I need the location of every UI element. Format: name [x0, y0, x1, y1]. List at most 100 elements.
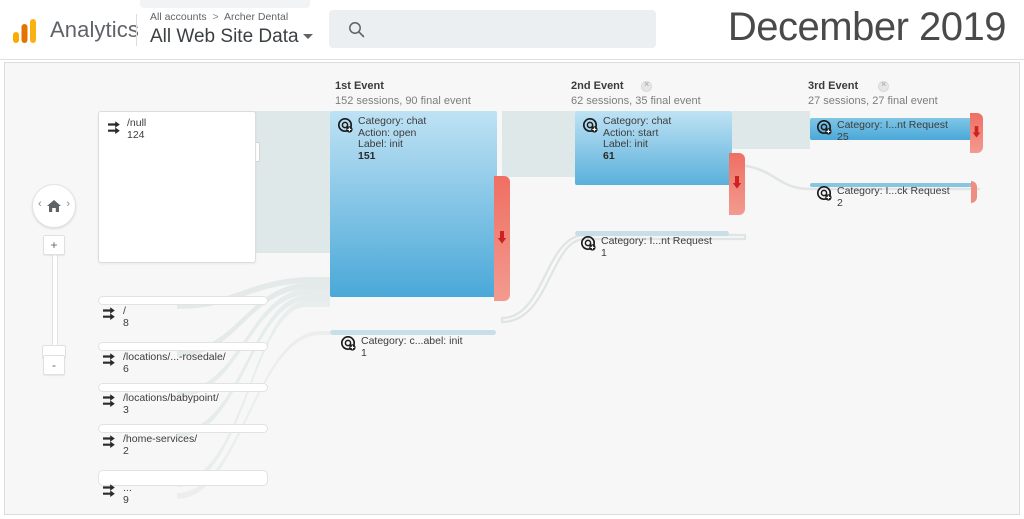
event-target-icon [340, 335, 356, 356]
header-divider [136, 14, 137, 46]
column-title: 2nd Event [571, 80, 624, 92]
event-target-icon [580, 235, 596, 256]
chevron-right-icon[interactable]: › [66, 198, 70, 210]
landing-page-label: /locations/...-rosedale/ [123, 351, 226, 363]
double-arrow-icon [102, 352, 119, 373]
landing-page-value: 9 [123, 493, 129, 506]
landing-page-label: / [123, 305, 126, 317]
close-icon[interactable] [641, 79, 652, 92]
chevron-left-icon[interactable]: ‹ [38, 198, 42, 210]
breadcrumb-account[interactable]: All accounts [150, 11, 207, 23]
dropoff-after-3rd-event[interactable] [970, 113, 983, 153]
event-value: 1 [601, 246, 607, 259]
column-header-3rd-event: 3rd Event 27 sessions, 27 final event [808, 80, 938, 107]
home-icon[interactable] [46, 198, 62, 219]
event-action: Action: start [603, 126, 659, 139]
event-node-text: Category: chat Action: open Label: init … [358, 115, 427, 162]
landing-page-label-group: /locations/babypoint/ 3 [123, 392, 219, 416]
double-arrow-icon [102, 393, 119, 414]
double-arrow-icon [102, 434, 119, 455]
landing-page-label-group: /home-services/ 2 [123, 433, 198, 457]
event-node-text: Category: c...abel: init 1 [361, 335, 463, 359]
header-tab-ghost [140, 0, 310, 8]
event-category: Category: I...ck Request [837, 185, 950, 197]
header-bottom-rule [0, 59, 1024, 60]
app-header: Analytics All accounts > Archer Dental A… [0, 0, 1024, 62]
dropoff-after-3rd-event-minor[interactable] [971, 181, 977, 203]
landing-page-node[interactable]: /null 124 [98, 111, 256, 263]
analytics-events-flow-screen: Analytics All accounts > Archer Dental A… [0, 0, 1024, 519]
column-header-1st-event: 1st Event 152 sessions, 90 final event [335, 80, 471, 107]
landing-page-label-group: /null 124 [127, 117, 147, 141]
landing-page-label-group: /locations/...-rosedale/ 6 [123, 351, 226, 375]
landing-page-value: 8 [123, 316, 129, 329]
event-target-icon [816, 185, 832, 206]
event-value: 1 [361, 346, 367, 359]
landing-page-node[interactable] [98, 296, 268, 305]
zoom-out-button[interactable]: - [43, 355, 65, 375]
double-arrow-icon [107, 120, 124, 141]
landing-page-label-group: ... 9 [123, 482, 132, 506]
event-category: Category: chat [603, 115, 672, 127]
event-category: Category: chat [358, 115, 427, 127]
landing-page-label: /locations/babypoint/ [123, 392, 219, 404]
drop-off-arrow-icon [972, 125, 981, 143]
double-arrow-icon [102, 306, 119, 327]
landing-page-label-group: / 8 [123, 305, 129, 329]
landing-page-node[interactable] [98, 424, 268, 433]
brand-title: Analytics [50, 17, 139, 42]
landing-page-label: /home-services/ [123, 433, 198, 445]
chevron-down-icon [302, 34, 313, 40]
event-label: Label: init [358, 138, 403, 151]
event-value: 25 [837, 130, 849, 143]
breadcrumb-property[interactable]: Archer Dental [224, 11, 288, 23]
page-title: December 2019 [727, 5, 1007, 49]
zoom-in-button[interactable]: + [43, 235, 65, 255]
zoom-slider[interactable]: + - [42, 235, 66, 375]
dropoff-after-2nd-event[interactable] [729, 153, 745, 215]
column-header-2nd-event: 2nd Event 62 sessions, 35 final event [571, 80, 701, 107]
landing-page-value: 3 [123, 403, 129, 416]
landing-page-node[interactable] [98, 342, 268, 351]
event-category: Category: c...abel: init [361, 335, 463, 347]
column-title: 1st Event [335, 80, 384, 92]
breadcrumb-separator: > [212, 11, 219, 23]
home-navigation-button[interactable]: ‹ › [32, 184, 76, 228]
events-flow-canvas[interactable]: ‹ › + - Landing Page [4, 62, 1020, 515]
view-selector[interactable]: All Web Site Data [150, 26, 313, 48]
event-target-icon [582, 117, 598, 138]
breadcrumb[interactable]: All accounts > Archer Dental [150, 11, 288, 23]
dropoff-after-1st-event[interactable] [494, 176, 510, 301]
close-icon[interactable] [878, 79, 889, 92]
event-node-text: Category: I...nt Request 25 [837, 119, 948, 143]
drop-off-arrow-icon [497, 231, 507, 249]
analytics-bars-icon [12, 18, 40, 44]
landing-page-label: ... [123, 482, 132, 494]
landing-page-node[interactable] [98, 383, 268, 392]
event-node-text: Category: I...ck Request 2 [837, 185, 950, 209]
column-subtitle: 27 sessions, 27 final event [808, 95, 938, 107]
landing-page-value: 6 [123, 362, 129, 375]
search-input[interactable] [375, 10, 649, 50]
event-target-icon [337, 117, 353, 138]
event-action: Action: open [358, 126, 417, 139]
landing-page-label: /null [127, 117, 147, 129]
event-node-2nd-main[interactable]: Category: chat Action: start Label: init… [575, 111, 732, 185]
event-value: 2 [837, 196, 843, 209]
event-node-text: Category: I...nt Request 1 [601, 235, 712, 259]
column-subtitle: 62 sessions, 35 final event [571, 95, 701, 107]
column-title: 3rd Event [808, 80, 859, 92]
event-label: Label: init [603, 138, 648, 151]
landing-page-value: 124 [127, 128, 145, 141]
event-category: Category: I...nt Request [837, 119, 948, 131]
search-box[interactable] [329, 10, 656, 50]
view-selector-label: All Web Site Data [150, 26, 299, 47]
column-subtitle: 152 sessions, 90 final event [335, 95, 471, 107]
landing-page-value: 2 [123, 444, 129, 457]
event-value: 61 [603, 149, 615, 162]
event-node-1st-main[interactable]: Category: chat Action: open Label: init … [330, 111, 497, 297]
event-target-icon [816, 119, 832, 140]
search-icon [348, 21, 365, 43]
event-node-text: Category: chat Action: start Label: init… [603, 115, 672, 162]
event-category: Category: I...nt Request [601, 235, 712, 247]
